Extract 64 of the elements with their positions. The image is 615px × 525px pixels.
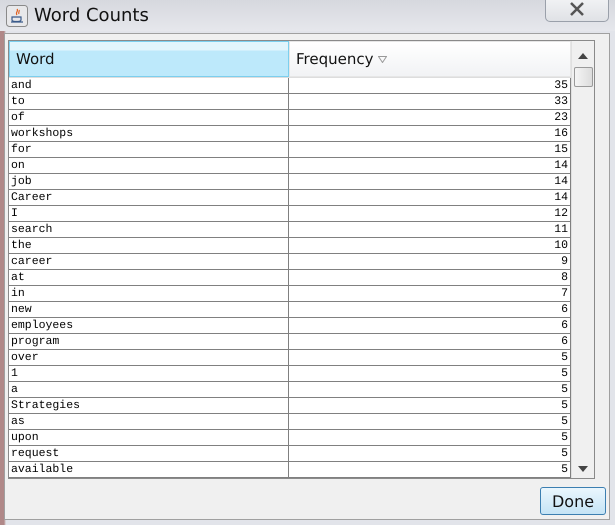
table-cell: Career (9, 190, 289, 206)
close-button[interactable] (545, 0, 609, 22)
column-header[interactable]: Frequency (289, 41, 571, 77)
table-cell: and (9, 78, 289, 94)
column-label: Word (16, 50, 55, 68)
table-cell: 35 (289, 78, 571, 94)
scrollbar-thumb[interactable] (574, 67, 592, 87)
table-cell: over (9, 350, 289, 366)
table-cell: program (9, 334, 289, 350)
table-cell: I (9, 206, 289, 222)
table-cell: request (9, 446, 289, 462)
sort-descending-icon (378, 56, 386, 62)
table-cell: upon (9, 430, 289, 446)
table-cell: 12 (289, 206, 571, 222)
table-cell: 5 (289, 366, 571, 382)
table-cell: on (9, 158, 289, 174)
done-button[interactable]: Done (540, 487, 606, 515)
table-cell: at (9, 270, 289, 286)
table-cell: career (9, 254, 289, 270)
table-cell: 1 (9, 366, 289, 382)
table-cell: 5 (289, 462, 571, 478)
scrollbar[interactable] (571, 41, 594, 478)
table-cell: 14 (289, 190, 571, 206)
table-cell: 9 (289, 254, 571, 270)
table-cell: 5 (289, 446, 571, 462)
close-icon (569, 2, 585, 16)
table-cell: the (9, 238, 289, 254)
table-cell: 23 (289, 110, 571, 126)
table-cell: workshops (9, 126, 289, 142)
table-cell: 6 (289, 334, 571, 350)
column-label: Frequency (296, 50, 374, 68)
table-cell: new (9, 302, 289, 318)
table-cell: job (9, 174, 289, 190)
table-cell: 14 (289, 174, 571, 190)
table-cell: Strategies (9, 398, 289, 414)
window-title: Word Counts (34, 5, 150, 26)
table-cell: available (9, 462, 289, 478)
table-cell: employees (9, 318, 289, 334)
table-cell: 15 (289, 142, 571, 158)
table-cell: 10 (289, 238, 571, 254)
table-cell: 5 (289, 398, 571, 414)
table-cell: 7 (289, 286, 571, 302)
table-cell: 16 (289, 126, 571, 142)
table-cell: 5 (289, 382, 571, 398)
table-cell: 11 (289, 222, 571, 238)
table-cell: 33 (289, 94, 571, 110)
table-cell: of (9, 110, 289, 126)
table-cell: for (9, 142, 289, 158)
table-cell: to (9, 94, 289, 110)
table-cell: as (9, 414, 289, 430)
table-cell: 6 (289, 318, 571, 334)
table-cell: in (9, 286, 289, 302)
table-cell: search (9, 222, 289, 238)
table-cell: 5 (289, 350, 571, 366)
table-cell: 5 (289, 414, 571, 430)
app-icon (6, 4, 28, 26)
column-header[interactable]: Word (9, 41, 289, 77)
table-cell: 6 (289, 302, 571, 318)
table-cell: 14 (289, 158, 571, 174)
table-cell: a (9, 382, 289, 398)
scroll-down-icon[interactable] (578, 466, 588, 472)
table-cell: 5 (289, 430, 571, 446)
scroll-up-icon[interactable] (578, 53, 588, 59)
table-cell: 8 (289, 270, 571, 286)
